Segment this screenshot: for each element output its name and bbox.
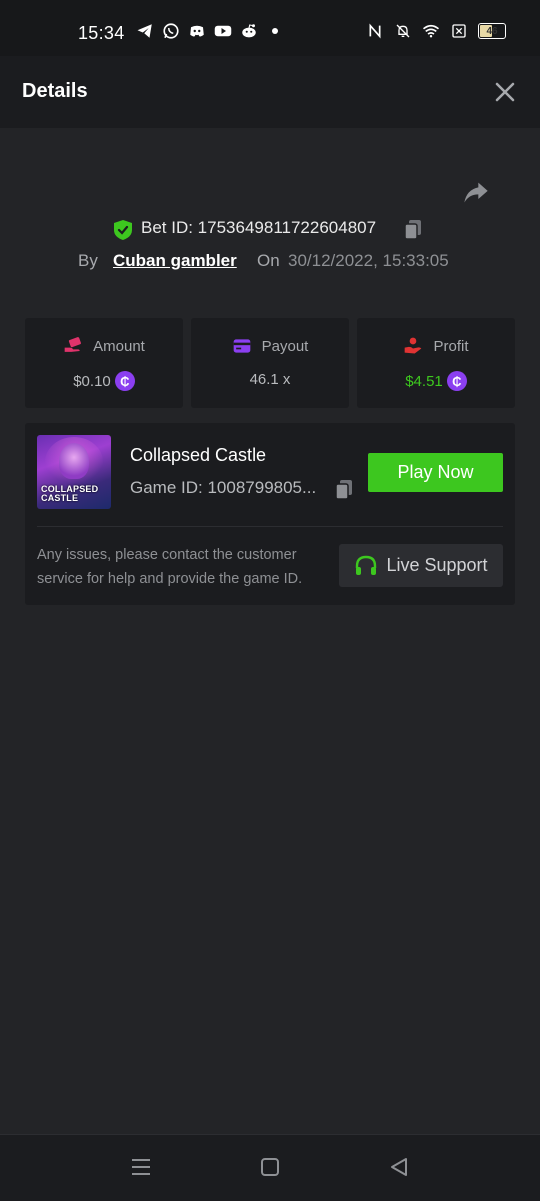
live-support-button[interactable]: Live Support — [339, 544, 503, 587]
battery-level: 46 — [486, 25, 498, 37]
game-name: Collapsed Castle — [130, 445, 267, 465]
copy-game-id-button[interactable] — [334, 479, 354, 501]
copy-icon — [404, 220, 421, 240]
share-button[interactable] — [462, 178, 490, 206]
close-button[interactable] — [494, 81, 516, 103]
game-thumbnail[interactable]: COLLAPSED CASTLE — [37, 435, 111, 509]
copy-bet-id-button[interactable] — [403, 219, 423, 241]
coin-icon: ₵ — [114, 371, 135, 391]
on-label: On — [257, 251, 280, 270]
reddit-icon — [240, 22, 258, 40]
game-card: COLLAPSED CASTLE Collapsed Castle Game I… — [25, 423, 515, 605]
close-icon — [495, 82, 515, 102]
status-time: 15:34 — [78, 23, 125, 43]
home-icon — [261, 1158, 279, 1176]
discord-icon — [188, 22, 206, 40]
payout-value: 46.1 x — [249, 371, 291, 388]
bet-id-row: Bet ID: 1753649811722604807 — [0, 216, 540, 242]
money-hand-icon — [64, 337, 82, 352]
status-bar: 15:34 46 — [0, 0, 540, 56]
payout-label: Payout — [261, 337, 309, 355]
bet-date: 30/12/2022, 15:33:05 — [288, 251, 449, 270]
game-id: Game ID: 1008799805... — [130, 478, 317, 497]
details-header: Details — [0, 56, 540, 128]
recents-button[interactable] — [129, 1155, 153, 1179]
home-button[interactable] — [258, 1155, 282, 1179]
telegram-icon — [136, 22, 154, 40]
amount-card: Amount $0.10 ₵ — [25, 318, 183, 408]
notification-icons — [136, 22, 284, 40]
profit-value: $4.51 — [405, 372, 443, 390]
copy-icon — [335, 480, 352, 500]
live-support-label: Live Support — [386, 555, 488, 575]
wifi-icon — [422, 22, 440, 40]
card-icon — [233, 339, 250, 353]
system-nav-bar — [0, 1134, 540, 1201]
bet-id: Bet ID: 1753649811722604807 — [141, 218, 377, 237]
by-label: By — [78, 251, 98, 270]
bet-meta-row: By Cuban gambler On 30/12/2022, 15:33:05 — [0, 250, 540, 274]
hand-coin-icon — [405, 337, 422, 354]
headset-icon — [356, 555, 377, 575]
back-button[interactable] — [387, 1155, 411, 1179]
help-text: Any issues, please contact the customer … — [37, 547, 303, 587]
user-link[interactable]: Cuban gambler — [113, 251, 237, 271]
profit-label: Profit — [433, 337, 469, 355]
page-title: Details — [22, 80, 88, 102]
whatsapp-icon — [162, 22, 180, 40]
thumbnail-title-line-2: CASTLE — [41, 493, 79, 503]
profit-card: Profit $4.51 ₵ — [357, 318, 515, 408]
divider — [37, 526, 503, 527]
system-icons: 46 — [366, 22, 506, 40]
coin-icon: ₵ — [446, 371, 467, 391]
back-icon — [391, 1158, 407, 1176]
payout-card: Payout 46.1 x — [191, 318, 349, 408]
nfc-icon — [366, 22, 384, 40]
battery-icon: 46 — [478, 23, 506, 39]
amount-label: Amount — [93, 337, 145, 355]
play-now-button[interactable]: Play Now — [368, 453, 503, 492]
verified-shield-icon — [114, 220, 132, 240]
youtube-icon — [214, 22, 232, 40]
mute-icon — [394, 22, 412, 40]
menu-icon — [132, 1159, 150, 1175]
sim-off-icon — [450, 22, 468, 40]
dot-icon — [266, 22, 284, 40]
share-icon — [464, 182, 488, 203]
amount-value: $0.10 — [73, 372, 111, 390]
